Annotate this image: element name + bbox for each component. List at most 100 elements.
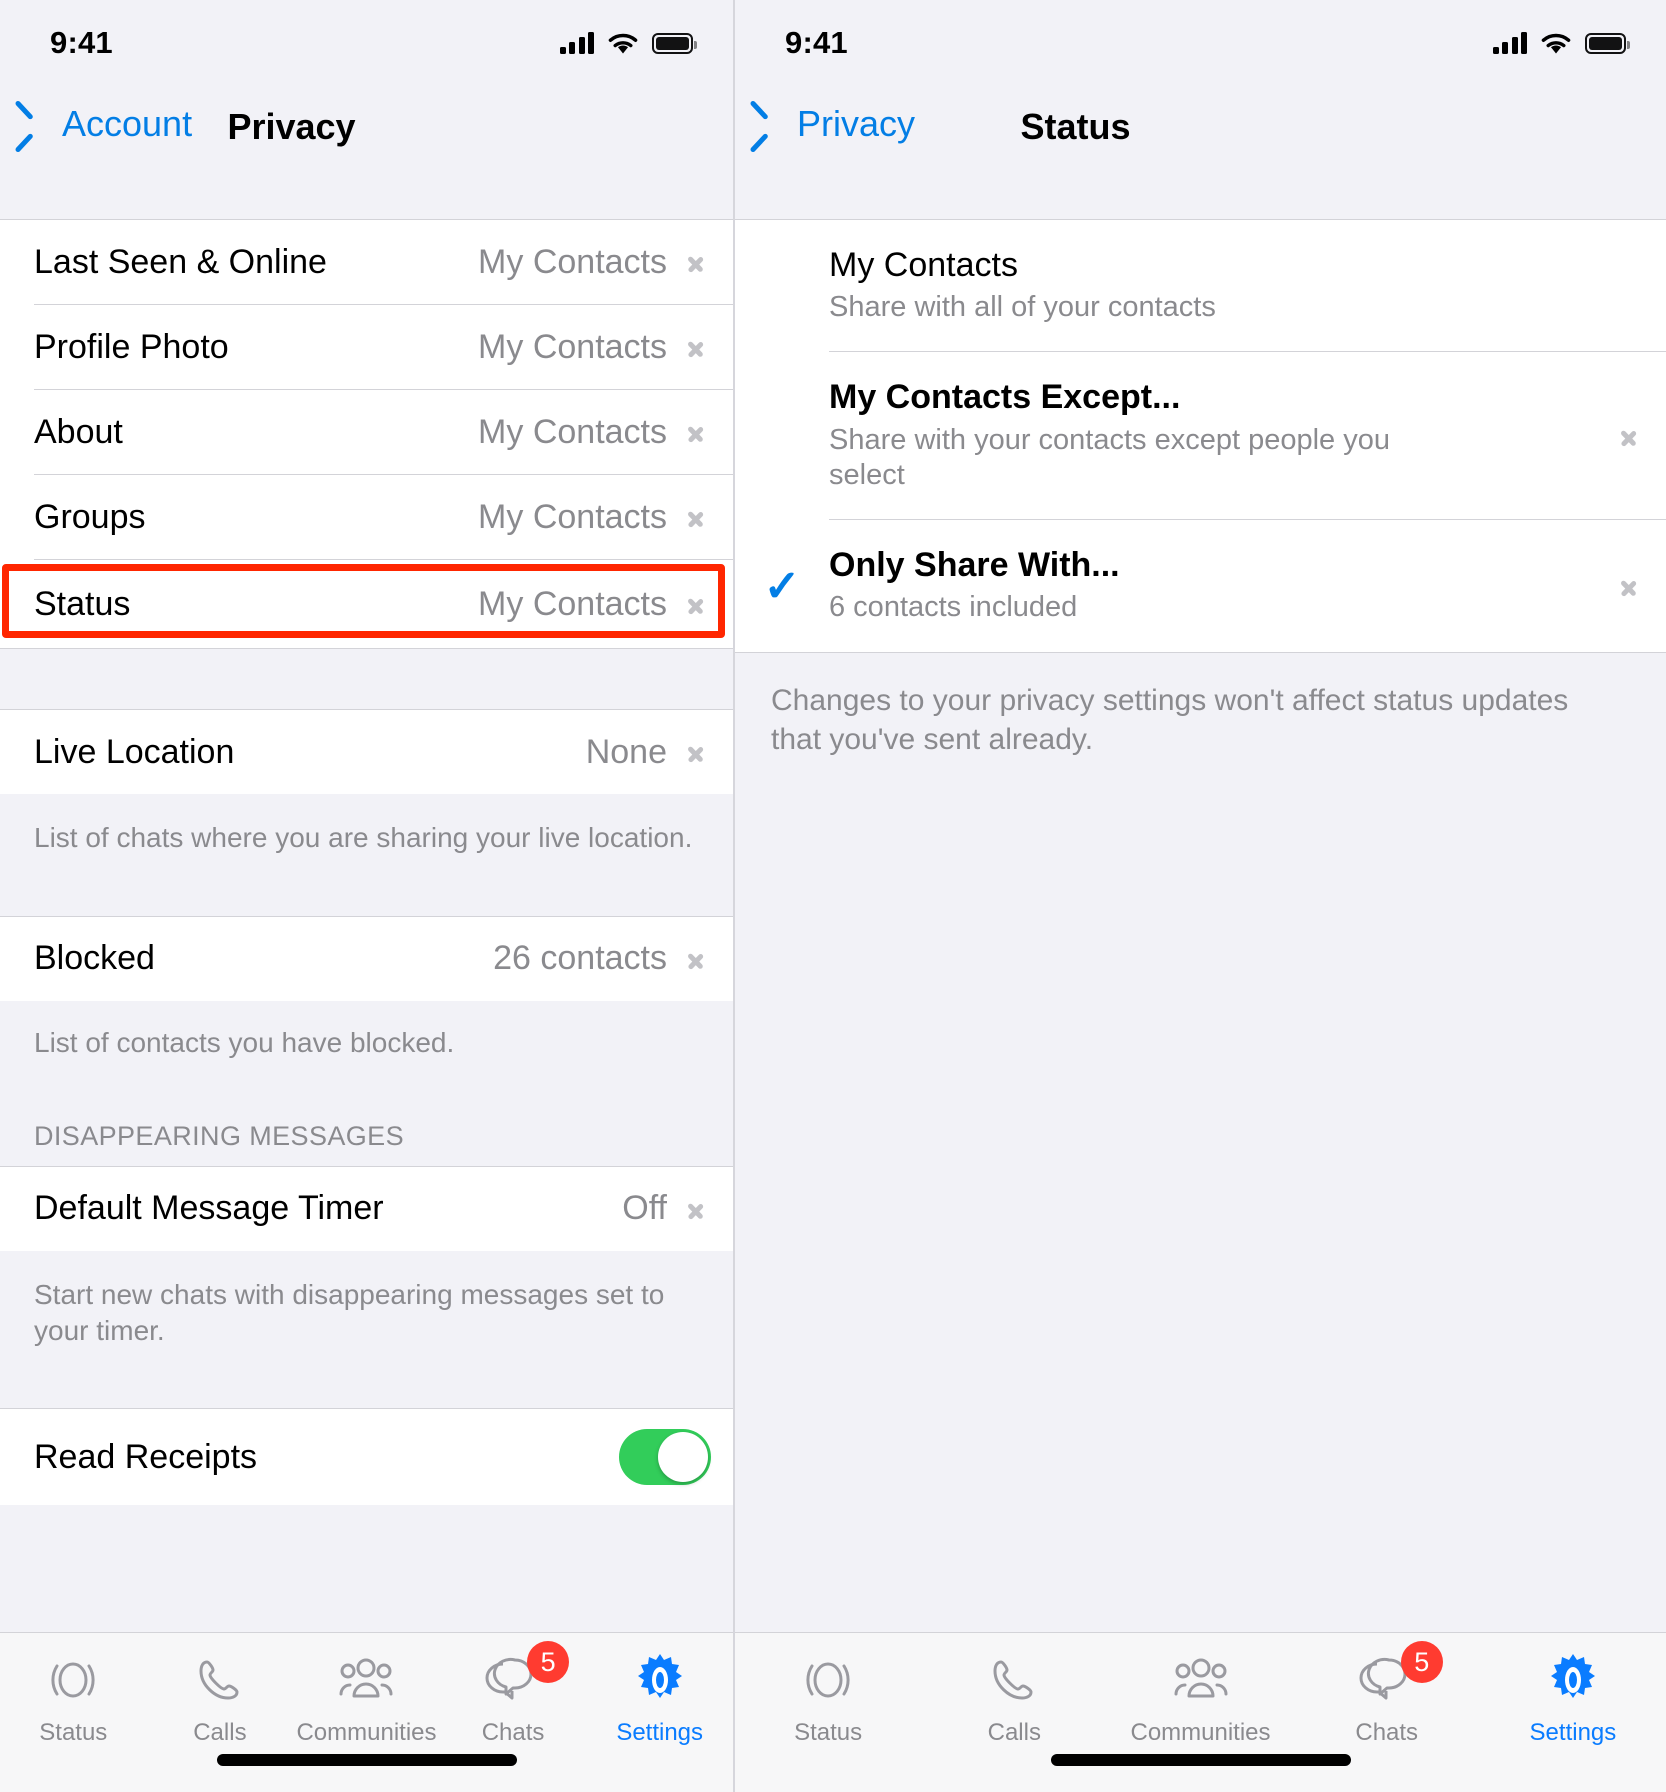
chevron-left-icon <box>28 107 48 141</box>
wifi-icon <box>608 33 638 53</box>
status-bar-clock: 9:41 <box>50 25 113 60</box>
chevron-right-icon <box>1614 421 1644 451</box>
tab-bar-left: Status Calls Communities 5 Chats Setting… <box>0 1632 733 1792</box>
row-live-location[interactable]: Live Location None <box>0 710 733 794</box>
status-privacy-footnote: Changes to your privacy settings won't a… <box>735 651 1666 1632</box>
home-indicator <box>216 1754 517 1766</box>
tab-bar-right: Status Calls Communities 5 Chats Setting… <box>735 1632 1666 1792</box>
chevron-right-icon <box>681 502 711 532</box>
chevron-right-icon <box>681 589 711 619</box>
phone-icon <box>986 1649 1042 1711</box>
tab-label: Chats <box>481 1719 545 1746</box>
read-receipts-toggle[interactable] <box>619 1429 711 1486</box>
tab-label: Status <box>794 1719 863 1746</box>
section-gap <box>0 648 733 710</box>
tab-chats[interactable]: 5 Chats <box>1294 1641 1480 1747</box>
dual-screen-comparison: 9:41 Account Privacy Last Seen & Online … <box>0 0 1666 1792</box>
chat-bubbles-icon: 5 <box>1355 1641 1443 1711</box>
row-label: Groups <box>34 497 146 536</box>
tab-label: Settings <box>1529 1719 1617 1746</box>
row-read-receipts[interactable]: Read Receipts <box>0 1409 733 1506</box>
option-text: My Contacts Share with all of your conta… <box>829 246 1644 325</box>
option-my-contacts-except[interactable]: ✓ My Contacts Except... Share with your … <box>735 352 1666 520</box>
wifi-icon <box>1541 33 1571 53</box>
chevron-right-icon <box>681 332 711 362</box>
status-content: ✓ My Contacts Share with all of your con… <box>735 220 1666 1632</box>
option-my-contacts[interactable]: ✓ My Contacts Share with all of your con… <box>735 220 1666 352</box>
chevron-right-icon <box>681 1194 711 1224</box>
row-label: About <box>34 412 123 451</box>
privacy-group-1: Last Seen & Online My Contacts Profile P… <box>0 220 733 648</box>
status-options-group: ✓ My Contacts Share with all of your con… <box>735 220 1666 652</box>
chevron-right-icon <box>1614 571 1644 601</box>
privacy-group-read-receipts: Read Receipts <box>0 1409 733 1506</box>
row-profile-photo[interactable]: Profile Photo My Contacts <box>0 305 733 389</box>
back-button-privacy[interactable]: Privacy <box>735 86 915 142</box>
blocked-caption: List of contacts you have blocked. <box>34 1026 455 1058</box>
tab-settings[interactable]: Settings <box>1480 1649 1666 1747</box>
status-rings-icon <box>800 1649 856 1711</box>
tab-status[interactable]: Status <box>0 1649 147 1747</box>
checkmark-icon: ✓ <box>763 561 801 611</box>
battery-icon <box>1585 32 1630 54</box>
privacy-content: Last Seen & Online My Contacts Profile P… <box>0 220 733 1632</box>
row-value: My Contacts <box>478 584 667 623</box>
status-screen: 9:41 Privacy Status ✓ <box>733 0 1666 1792</box>
chat-bubbles-icon: 5 <box>481 1641 570 1711</box>
row-about[interactable]: About My Contacts <box>0 390 733 474</box>
status-bar-indicators <box>559 31 697 56</box>
tab-settings[interactable]: Settings <box>586 1649 733 1747</box>
chevron-left-icon <box>763 107 783 141</box>
option-title: My Contacts Except... <box>829 378 1181 417</box>
back-button-label: Privacy <box>797 103 916 144</box>
option-title: Only Share With... <box>829 546 1120 585</box>
row-last-seen-online[interactable]: Last Seen & Online My Contacts <box>0 220 733 304</box>
row-value: My Contacts <box>478 497 667 536</box>
tab-status[interactable]: Status <box>735 1649 921 1747</box>
status-bar-left: 9:41 <box>0 0 733 86</box>
row-value: Off <box>622 1189 667 1228</box>
blocked-caption-and-section-header: List of contacts you have blocked. DISAP… <box>0 1000 733 1167</box>
nav-bar-right: Privacy Status <box>735 86 1666 220</box>
communities-icon <box>335 1649 397 1711</box>
privacy-screen: 9:41 Account Privacy Last Seen & Online … <box>0 0 733 1792</box>
row-value: None <box>585 732 667 771</box>
tab-label: Chats <box>1355 1719 1419 1746</box>
chevron-right-icon <box>681 247 711 277</box>
row-label: Blocked <box>34 939 155 978</box>
tab-communities[interactable]: Communities <box>293 1649 440 1747</box>
row-blocked[interactable]: Blocked 26 contacts <box>0 916 733 1001</box>
chats-unread-badge: 5 <box>1400 1641 1443 1683</box>
row-status[interactable]: Status My Contacts <box>0 560 733 648</box>
tab-chats[interactable]: 5 Chats <box>440 1641 587 1747</box>
cellular-signal-icon <box>1492 32 1527 54</box>
option-subtitle: Share with your contacts except people y… <box>829 423 1390 491</box>
privacy-group-blocked: Blocked 26 contacts <box>0 916 733 1001</box>
tab-communities[interactable]: Communities <box>1107 1649 1293 1747</box>
status-bar-right: 9:41 <box>735 0 1666 86</box>
cellular-signal-icon <box>559 32 594 54</box>
row-groups[interactable]: Groups My Contacts <box>0 475 733 559</box>
home-indicator <box>1050 1754 1351 1766</box>
tab-calls[interactable]: Calls <box>921 1649 1107 1747</box>
option-subtitle: 6 contacts included <box>829 591 1078 624</box>
row-value: My Contacts <box>478 412 667 451</box>
checkmark-icon: ✓ <box>735 410 829 461</box>
option-text: My Contacts Except... Share with your co… <box>829 378 1600 493</box>
checkmark-icon: ✓ <box>735 260 829 311</box>
option-only-share-with[interactable]: ✓ Only Share With... 6 contacts included <box>735 520 1666 652</box>
default-timer-caption: Start new chats with disappearing messag… <box>0 1250 733 1410</box>
row-value: My Contacts <box>478 242 667 281</box>
row-value: My Contacts <box>478 327 667 366</box>
tab-label: Settings <box>616 1719 704 1746</box>
option-title: My Contacts <box>829 246 1018 284</box>
back-button-account[interactable]: Account <box>0 86 192 142</box>
privacy-group-live-location: Live Location None <box>0 710 733 794</box>
row-label: Read Receipts <box>34 1437 258 1476</box>
phone-icon <box>192 1649 248 1711</box>
tab-calls[interactable]: Calls <box>147 1649 294 1747</box>
row-default-message-timer[interactable]: Default Message Timer Off <box>0 1166 733 1251</box>
option-subtitle: Share with all of your contacts <box>829 291 1216 324</box>
status-bar-indicators <box>1492 31 1630 56</box>
live-location-caption: List of chats where you are sharing your… <box>0 794 733 917</box>
